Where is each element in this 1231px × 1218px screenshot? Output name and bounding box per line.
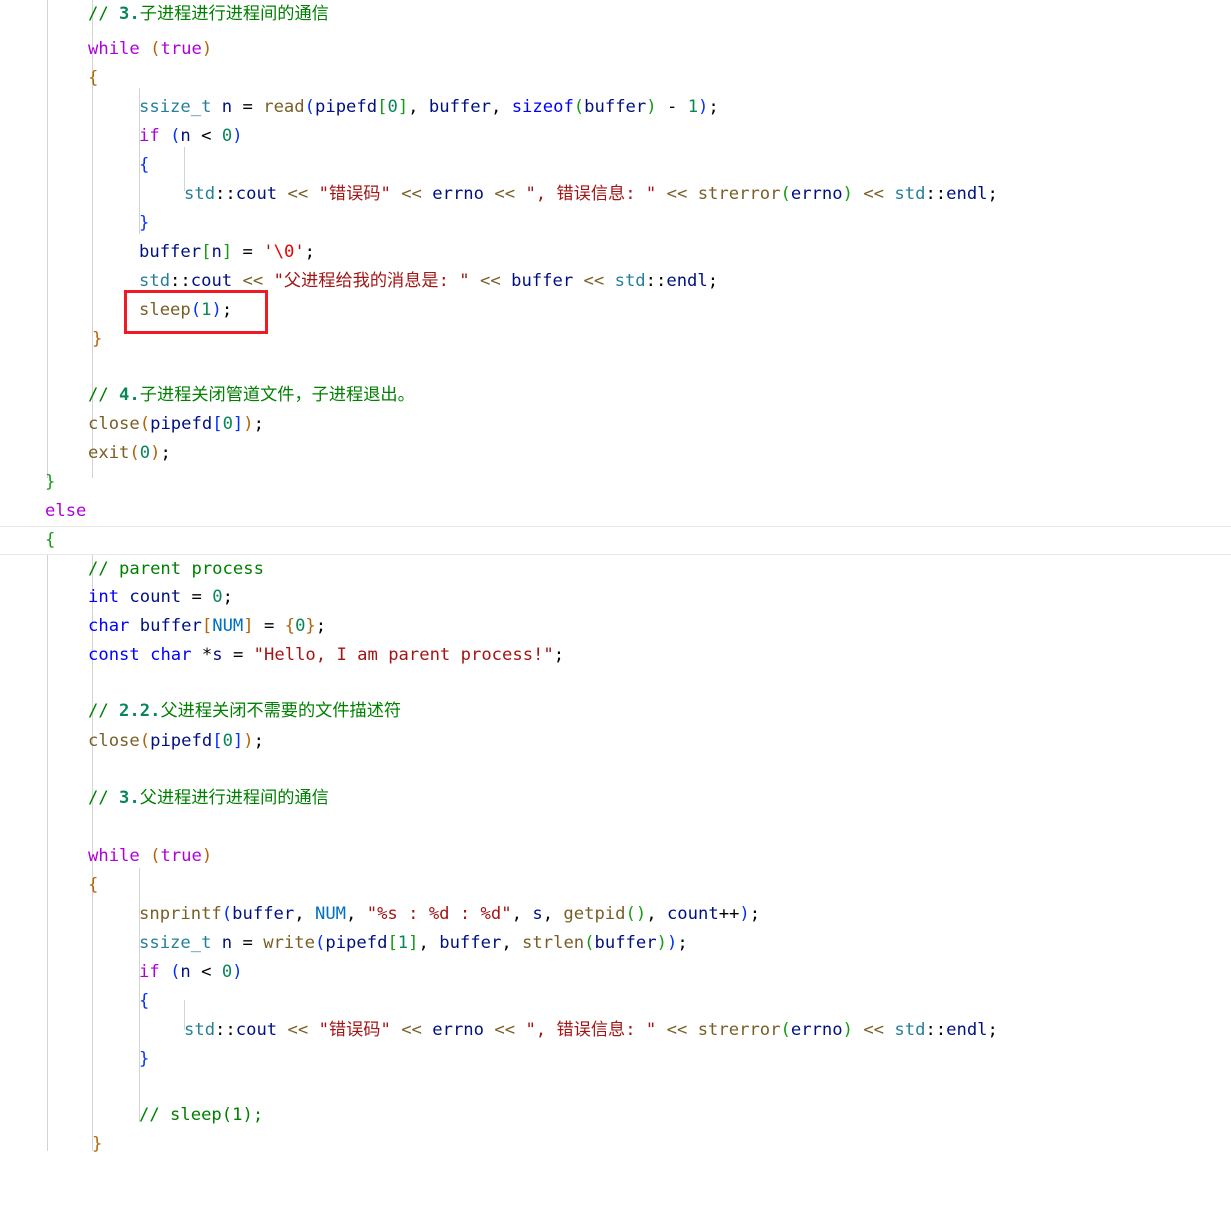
code-line-text: }: [92, 329, 103, 349]
code-line[interactable]: }: [0, 325, 1231, 354]
code-line-text: std::cout << "父进程给我的消息是: " << buffer << …: [139, 271, 719, 291]
code-line[interactable]: {: [0, 987, 1231, 1016]
code-line-text: sleep(1);: [139, 300, 233, 320]
code-line-text: {: [88, 875, 99, 895]
code-line[interactable]: while (true): [0, 35, 1231, 64]
code-line-text: buffer[n] = '\0';: [139, 242, 316, 262]
code-line-text: }: [92, 1134, 103, 1154]
code-line-text: while (true): [88, 846, 213, 866]
code-line-text: int count = 0;: [88, 587, 233, 607]
code-line[interactable]: ssize_t n = read(pipefd[0], buffer, size…: [0, 93, 1231, 122]
code-line[interactable]: {: [0, 871, 1231, 900]
code-line[interactable]: close(pipefd[0]);: [0, 410, 1231, 439]
code-text-area[interactable]: // 3.子进程进行进程间的通信 while (true) { ssize_t …: [0, 0, 1231, 1154]
code-line-current[interactable]: {: [0, 526, 1231, 556]
code-line[interactable]: // parent process: [0, 555, 1231, 584]
code-line-text: ssize_t n = read(pipefd[0], buffer, size…: [139, 97, 719, 117]
code-line[interactable]: int count = 0;: [0, 583, 1231, 612]
code-line[interactable]: ssize_t n = write(pipefd[1], buffer, str…: [0, 929, 1231, 958]
code-line[interactable]: }: [0, 468, 1231, 497]
code-line-text: if (n < 0): [139, 962, 243, 982]
code-line-text: ssize_t n = write(pipefd[1], buffer, str…: [139, 933, 688, 953]
code-line[interactable]: {: [0, 64, 1231, 93]
code-line-text: // 4.子进程关闭管道文件，子进程退出。: [88, 385, 415, 405]
code-line-text: std::cout << "错误码" << errno << ", 错误信息: …: [184, 184, 998, 204]
code-line-text: const char *s = "Hello, I am parent proc…: [88, 645, 565, 665]
code-line[interactable]: [0, 670, 1231, 699]
code-line[interactable]: }: [0, 209, 1231, 238]
code-line[interactable]: char buffer[NUM] = {0};: [0, 612, 1231, 641]
code-line[interactable]: exit(0);: [0, 439, 1231, 468]
code-line[interactable]: // sleep(1);: [0, 1101, 1231, 1130]
code-line[interactable]: }: [0, 1130, 1231, 1159]
code-line-text: // 3.子进程进行进程间的通信: [88, 4, 329, 24]
code-editor[interactable]: // 3.子进程进行进程间的通信 while (true) { ssize_t …: [0, 0, 1231, 1154]
code-line-text: snprintf(buffer, NUM, "%s : %d : %d", s,…: [139, 904, 761, 924]
code-line[interactable]: [0, 1074, 1231, 1103]
code-line[interactable]: else: [0, 497, 1231, 526]
code-line-text: else: [45, 501, 87, 521]
code-line-text: char buffer[NUM] = {0};: [88, 616, 327, 636]
code-line-text: {: [139, 991, 150, 1011]
code-line-text: // sleep(1);: [139, 1105, 264, 1125]
code-line-text: // parent process: [88, 559, 264, 579]
code-line[interactable]: // 3.子进程进行进程间的通信: [0, 0, 1231, 29]
code-line[interactable]: [0, 354, 1231, 383]
code-line-text: }: [45, 472, 56, 492]
code-line-text: close(pipefd[0]);: [88, 414, 264, 434]
code-line-text: // 2.2.父进程关闭不需要的文件描述符: [88, 701, 402, 721]
code-line[interactable]: [0, 756, 1231, 785]
code-line[interactable]: while (true): [0, 842, 1231, 871]
code-line[interactable]: if (n < 0): [0, 958, 1231, 987]
code-line[interactable]: // 4.子进程关闭管道文件，子进程退出。: [0, 381, 1231, 410]
code-line-text: std::cout << "错误码" << errno << ", 错误信息: …: [184, 1020, 998, 1040]
code-line-text: }: [139, 1049, 150, 1069]
code-line[interactable]: if (n < 0): [0, 122, 1231, 151]
code-line[interactable]: {: [0, 151, 1231, 180]
code-line[interactable]: sleep(1);: [0, 296, 1231, 325]
code-line-text: {: [139, 155, 150, 175]
code-line[interactable]: snprintf(buffer, NUM, "%s : %d : %d", s,…: [0, 900, 1231, 929]
code-line-text: close(pipefd[0]);: [88, 731, 264, 751]
code-line[interactable]: // 2.2.父进程关闭不需要的文件描述符: [0, 697, 1231, 726]
code-line[interactable]: }: [0, 1045, 1231, 1074]
code-line[interactable]: std::cout << "错误码" << errno << ", 错误信息: …: [0, 180, 1231, 209]
code-line[interactable]: buffer[n] = '\0';: [0, 238, 1231, 267]
code-line[interactable]: std::cout << "错误码" << errno << ", 错误信息: …: [0, 1016, 1231, 1045]
code-line[interactable]: // 3.父进程进行进程间的通信: [0, 784, 1231, 813]
code-line[interactable]: close(pipefd[0]);: [0, 727, 1231, 756]
code-line[interactable]: [0, 813, 1231, 842]
code-line-text: while (true): [88, 39, 213, 59]
code-line[interactable]: std::cout << "父进程给我的消息是: " << buffer << …: [0, 267, 1231, 296]
code-line-text: }: [139, 213, 150, 233]
code-line-text: exit(0);: [88, 443, 171, 463]
code-line-text: if (n < 0): [139, 126, 243, 146]
code-line-text: {: [88, 68, 99, 88]
code-line[interactable]: const char *s = "Hello, I am parent proc…: [0, 641, 1231, 670]
code-line-text: // 3.父进程进行进程间的通信: [88, 788, 329, 808]
code-line-text: {: [45, 530, 56, 550]
